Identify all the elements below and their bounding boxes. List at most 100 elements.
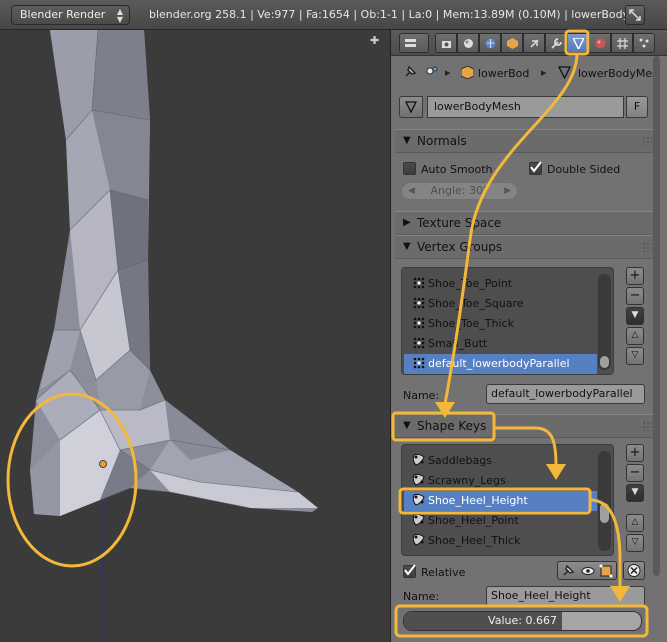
add-region-icon[interactable]: ✚ (370, 35, 380, 46)
particles-context-icon[interactable] (633, 33, 655, 53)
shape-key-specials-button[interactable]: ▼ (626, 484, 644, 502)
vertex-group-icon (412, 296, 426, 310)
move-up-button[interactable]: △ (626, 514, 644, 532)
scene-stats: blender.org 258.1 | Ve:977 | Fa:1654 | O… (149, 8, 630, 21)
remove-vertex-group-button[interactable]: − (626, 287, 644, 305)
shape-keys-panel-header[interactable]: ▼ Shape Keys (395, 414, 658, 438)
shape-key-value-slider[interactable]: Value: 0.667 (403, 611, 642, 631)
list-item-label: Saddlebags (428, 454, 492, 467)
list-item-selected[interactable]: default_lowerbodyParallel (404, 354, 597, 374)
panel-title: Texture Space (417, 216, 502, 230)
list-item-label: Shoe_Toe_Thick (428, 317, 514, 330)
decrement-arrow-icon[interactable]: ◀ (408, 183, 415, 199)
fullscreen-icon[interactable] (625, 5, 645, 25)
render-context-icon[interactable] (435, 33, 457, 53)
render-engine-dropdown[interactable]: Blender Render ▲ ▼ (11, 5, 130, 25)
3d-viewport[interactable]: ✚ (0, 30, 390, 642)
breadcrumb-mesh: lowerBodyMes (578, 67, 658, 80)
normals-panel-header[interactable]: ▼ Normals (395, 129, 658, 153)
object-context-icon[interactable] (501, 33, 523, 53)
world-context-icon[interactable] (479, 33, 501, 53)
mesh-browse-icon[interactable] (399, 96, 423, 118)
angle-field[interactable]: ◀ Angle: 30° ▶ (401, 182, 518, 200)
vertex-group-scrollbar[interactable] (598, 274, 611, 370)
panel-title: Normals (417, 134, 467, 148)
render-engine-label: Blender Render (20, 8, 106, 21)
object-icon (460, 65, 475, 82)
list-item[interactable]: Shoe_Toe_Thick (404, 314, 597, 334)
list-item-label: Shoe_Heel_Height (428, 494, 528, 507)
vertex-group-name-label: Name: (403, 389, 440, 402)
list-item-label: Scrawny_Legs (428, 474, 506, 487)
drag-grip-icon[interactable] (642, 242, 652, 252)
expanded-triangle-icon: ▼ (403, 135, 411, 146)
expanded-triangle-icon: ▼ (403, 241, 411, 252)
add-vertex-group-button[interactable]: + (626, 267, 644, 285)
scene-context-icon[interactable] (457, 33, 479, 53)
move-down-button[interactable]: ▽ (626, 347, 644, 365)
shape-key-icon (412, 533, 426, 547)
texture-context-icon[interactable] (611, 33, 633, 53)
angle-value: Angle: 30° (430, 184, 489, 197)
list-item-label: Shoe_Heel_Point (428, 514, 519, 527)
clear-weights-icon[interactable] (623, 561, 645, 580)
vertex-groups-panel-header[interactable]: ▼ Vertex Groups (395, 235, 658, 259)
shape-key-scrollbar[interactable] (598, 451, 611, 551)
pin-icon[interactable] (403, 65, 417, 82)
vertex-group-name-field[interactable]: default_lowerbodyParallel (486, 384, 645, 404)
dropdown-arrows-icon: ▲ ▼ (116, 7, 123, 24)
vertex-group-icon (412, 356, 426, 370)
mesh-icon (557, 66, 572, 82)
properties-scrollbar[interactable] (653, 56, 661, 576)
move-up-button[interactable]: △ (626, 327, 644, 345)
drag-grip-icon[interactable] (642, 136, 652, 146)
increment-arrow-icon[interactable]: ▶ (504, 183, 511, 199)
list-item[interactable]: Shoe_Toe_Square (404, 294, 597, 314)
modifiers-wrench-icon[interactable] (545, 33, 567, 53)
properties-context-bar (391, 30, 667, 56)
auto-smooth-checkbox[interactable] (403, 162, 416, 175)
move-down-button[interactable]: ▽ (626, 534, 644, 552)
relative-checkbox[interactable] (403, 564, 416, 578)
scene-icon (425, 65, 439, 82)
chevron-right-icon: ▸ (541, 66, 547, 79)
mesh-data-context-icon[interactable] (567, 33, 589, 53)
texture-space-panel-header[interactable]: ▶ Texture Space (395, 211, 658, 235)
drag-grip-icon[interactable] (642, 421, 652, 431)
list-item-label: default_lowerbodyParallel (428, 357, 570, 370)
collapsed-triangle-icon: ▶ (403, 217, 411, 228)
constraints-context-icon[interactable] (523, 33, 545, 53)
auto-smooth-label: Auto Smooth (421, 163, 493, 176)
vertex-group-list[interactable]: Shoe_Toe_Point Shoe_Toe_Square Shoe_Toe_… (401, 267, 614, 375)
relative-label: Relative (421, 566, 466, 579)
vertex-group-specials-button[interactable]: ▼ (626, 307, 644, 325)
fake-user-button[interactable]: F (626, 96, 648, 118)
shape-key-name-field[interactable]: Shoe_Heel_Height (486, 586, 645, 606)
mesh-name-field[interactable]: lowerBodyMesh (427, 96, 624, 118)
value-slider-label: Value: 0.667 (488, 614, 557, 627)
list-item[interactable]: Saddlebags (404, 451, 597, 471)
list-item-label: Small_Butt (428, 337, 488, 350)
leg-mesh-render (30, 30, 318, 642)
double-sided-checkbox[interactable] (529, 161, 542, 175)
shape-key-name-label: Name: (403, 590, 440, 603)
list-item[interactable]: Shoe_Heel_Thick (404, 531, 597, 551)
add-shape-key-button[interactable]: + (626, 444, 644, 462)
editor-type-icon[interactable] (399, 33, 429, 53)
shape-key-list[interactable]: Saddlebags Scrawny_Legs Shoe_Heel_Height… (401, 444, 614, 556)
list-item[interactable]: Scrawny_Legs (404, 471, 597, 491)
material-context-icon[interactable] (589, 33, 611, 53)
list-item[interactable]: Small_Butt (404, 334, 597, 354)
list-item-selected[interactable]: Shoe_Heel_Height (404, 491, 597, 511)
breadcrumb-object: lowerBod (478, 67, 530, 80)
list-item-label: Shoe_Toe_Point (428, 277, 513, 290)
remove-shape-key-button[interactable]: − (626, 464, 644, 482)
list-item[interactable]: Shoe_Heel_Point (404, 511, 597, 531)
edit-mode-icon[interactable] (598, 563, 614, 582)
panel-title: Vertex Groups (417, 240, 503, 254)
eye-icon[interactable] (580, 563, 596, 582)
vertex-group-icon (412, 316, 426, 330)
pin-icon[interactable] (560, 563, 576, 582)
list-item[interactable]: Shoe_Toe_Point (404, 274, 597, 294)
object-origin-dot (99, 460, 107, 468)
